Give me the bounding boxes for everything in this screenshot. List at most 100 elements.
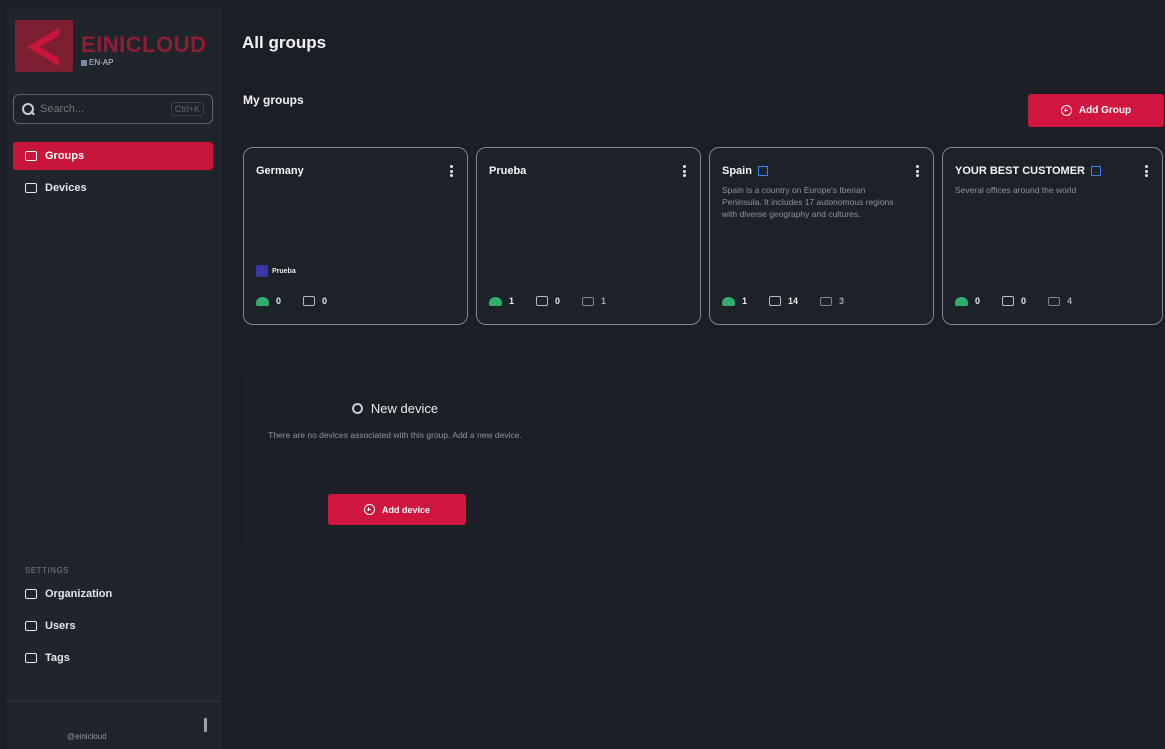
card-stats: 0 0 4 [955, 296, 1094, 306]
stat-online: 1 [722, 296, 747, 306]
sidebar-item-groups[interactable]: Groups [13, 142, 213, 170]
new-device-description: There are no devices associated with thi… [268, 430, 522, 440]
more-vertical-icon[interactable] [916, 165, 919, 177]
group-card-spain[interactable]: Spain Spain is a country on Europe's Ibe… [709, 147, 934, 325]
new-device-panel: New device There are no devices associat… [244, 373, 546, 549]
add-group-button[interactable]: Add Group [1028, 94, 1164, 127]
users-icon [25, 621, 37, 631]
sidebar-item-label: Devices [45, 182, 87, 194]
stat-value: 14 [788, 296, 799, 306]
flag-icon [757, 166, 768, 176]
cloud-icon [722, 296, 735, 306]
page-title: All groups [242, 33, 327, 52]
sidebar-footer: @einicloud [7, 701, 221, 749]
plus-circle-icon [363, 504, 375, 515]
new-device-title-text: New device [370, 401, 439, 416]
subgroup-icon [820, 296, 833, 306]
card-title-text: Germany [256, 165, 304, 177]
sidebar-item-tags[interactable]: Tags [13, 644, 213, 672]
device-icon [303, 296, 316, 306]
card-description: Spain is a country on Europe's Iberian P… [722, 185, 894, 219]
stat-subgroups: 3 [820, 296, 844, 306]
card-title-text: YOUR BEST CUSTOMER [955, 165, 1085, 177]
flag-icon [1090, 166, 1101, 176]
device-icon [25, 183, 37, 193]
tag-icon [25, 653, 37, 663]
settings-section-title: SETTINGS [25, 566, 70, 575]
card-tag: Prueba [256, 265, 296, 277]
cloud-icon [955, 296, 968, 306]
folder-icon [25, 151, 37, 161]
plus-circle-icon [1060, 105, 1072, 116]
search-box[interactable]: Ctrl+K [13, 94, 213, 124]
subgroup-icon [1048, 296, 1061, 306]
sidebar-item-users[interactable]: Users [13, 612, 213, 640]
more-vertical-icon[interactable] [450, 165, 453, 177]
main-nav: Groups Devices [13, 142, 213, 206]
group-card-prueba[interactable]: Prueba 1 0 1 [476, 147, 701, 325]
stat-value: 0 [1021, 296, 1027, 306]
tag-color-icon [256, 265, 268, 277]
stat-value: 3 [839, 296, 845, 306]
stat-value: 4 [1067, 296, 1073, 306]
device-icon [769, 296, 782, 306]
sidebar-item-label: Tags [45, 652, 70, 664]
cloud-icon [256, 296, 269, 306]
stat-value: 1 [509, 296, 515, 306]
sidebar-item-label: Groups [45, 150, 85, 162]
group-card-germany[interactable]: Germany Prueba 0 0 [243, 147, 468, 325]
cloud-icon [489, 296, 502, 306]
card-title: Germany [256, 165, 304, 177]
collapse-sidebar-icon[interactable] [204, 718, 207, 732]
more-vertical-icon[interactable] [1145, 165, 1148, 177]
stat-value: 1 [742, 296, 748, 306]
brand-sub: EN-AP [81, 58, 113, 67]
card-stats: 0 0 [256, 296, 349, 306]
group-card-your-best-customer[interactable]: YOUR BEST CUSTOMER Several offices aroun… [942, 147, 1163, 325]
search-shortcut: Ctrl+K [170, 102, 204, 116]
sidebar-item-devices[interactable]: Devices [13, 174, 213, 202]
brand-logo[interactable]: EINICLOUD EN-AP [15, 20, 215, 80]
stat-value: 0 [322, 296, 328, 306]
stat-online: 0 [256, 296, 281, 306]
device-icon [536, 296, 549, 306]
search-icon [22, 103, 34, 115]
settings-nav: Organization Users Tags [13, 580, 213, 676]
stat-value: 0 [276, 296, 282, 306]
card-title-text: Prueba [489, 165, 527, 177]
card-title: YOUR BEST CUSTOMER [955, 165, 1101, 177]
sidebar-item-label: Users [45, 620, 76, 632]
stat-online: 0 [955, 296, 980, 306]
stat-devices: 0 [303, 296, 327, 306]
stat-devices: 14 [769, 296, 798, 306]
stat-value: 0 [975, 296, 981, 306]
footer-user: @einicloud [67, 732, 107, 741]
section-title: My groups [243, 93, 304, 107]
add-group-label: Add Group [1078, 105, 1132, 116]
add-device-label: Add device [381, 504, 430, 515]
stat-value: 1 [601, 296, 607, 306]
logo-mark-icon [15, 20, 73, 72]
card-description: Several offices around the world [955, 185, 1077, 195]
gear-icon [351, 403, 363, 414]
add-device-button[interactable]: Add device [328, 494, 466, 525]
card-title: Spain [722, 165, 768, 177]
stat-devices: 0 [1002, 296, 1026, 306]
building-icon [25, 589, 37, 599]
card-stats: 1 14 3 [722, 296, 866, 306]
sidebar-item-label: Organization [45, 588, 113, 600]
stat-value: 0 [555, 296, 561, 306]
stat-subgroups: 1 [582, 296, 606, 306]
card-title: Prueba [489, 165, 526, 177]
device-icon [1002, 296, 1015, 306]
card-tag-label: Prueba [272, 267, 296, 275]
more-vertical-icon[interactable] [683, 165, 686, 177]
sidebar-item-organization[interactable]: Organization [13, 580, 213, 608]
new-device-title: New device [244, 401, 546, 416]
subgroup-icon [582, 296, 595, 306]
sidebar: EINICLOUD EN-AP Ctrl+K Groups Devices SE… [7, 8, 221, 749]
stat-devices: 0 [536, 296, 560, 306]
search-input[interactable] [40, 103, 160, 115]
card-stats: 1 0 1 [489, 296, 628, 306]
stat-subgroups: 4 [1048, 296, 1072, 306]
